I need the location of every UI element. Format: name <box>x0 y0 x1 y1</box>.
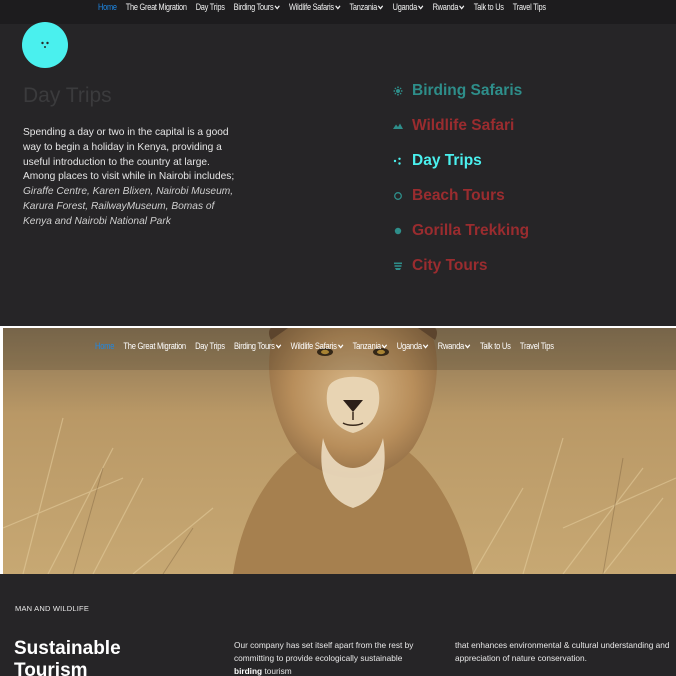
menu-item-gorilla-trekking[interactable]: Gorilla Trekking <box>393 213 643 248</box>
menu-item-label: Wildlife Safari <box>412 116 515 134</box>
nav-item-home[interactable]: Home <box>95 341 114 351</box>
nav-label: The Great Migration <box>125 2 187 12</box>
nav-item-birding-tours[interactable]: Birding Tours <box>233 341 282 351</box>
about-text: Our company has set itself apart from th… <box>234 640 414 663</box>
nav-item-travel-tips[interactable]: Travel Tips <box>520 341 554 351</box>
nav-item-travel-tips[interactable]: Travel Tips <box>513 2 546 12</box>
nav-label: Uganda <box>396 341 422 351</box>
nav-label: The Great Migration <box>123 341 186 351</box>
section-heading: Sustainable Tourism <box>14 638 121 676</box>
nav-label: Tanzania <box>352 341 382 351</box>
nav-item-birding-tours[interactable]: Birding Tours <box>234 2 280 12</box>
nav-item-uganda[interactable]: Uganda <box>393 2 424 12</box>
menu-item-label: Day Trips <box>412 151 482 169</box>
nav-menu: Home The Great Migration Day Trips Birdi… <box>98 2 555 12</box>
nav-label: Travel Tips <box>519 341 554 351</box>
about-bold-word: birding <box>234 666 263 676</box>
nav-item-rwanda[interactable]: Rwanda <box>438 341 471 351</box>
chevron-down-icon <box>459 4 465 10</box>
nav-label: Home <box>95 341 115 351</box>
nav-label: Day Trips <box>195 341 225 351</box>
circle-icon <box>393 189 411 203</box>
nav-label: Wildlife Safaris <box>290 341 337 351</box>
intro-paragraph: Spending a day or two in the capital is … <box>23 127 235 183</box>
menu-item-label: City Tours <box>412 256 488 274</box>
menu-item-wildlife-safari[interactable]: Wildlife Safari <box>393 108 643 143</box>
dot-icon <box>393 224 411 238</box>
nav-item-tanzania[interactable]: Tanzania <box>349 2 384 12</box>
nav-label: Birding Tours <box>233 2 274 12</box>
top-navigation-bar: Home The Great Migration Day Trips Birdi… <box>0 0 676 24</box>
about-text-column-1: Our company has set itself apart from th… <box>234 639 424 676</box>
nav-item-talk-to-us[interactable]: Talk to Us <box>474 2 504 12</box>
menu-item-label: Gorilla Trekking <box>412 221 530 239</box>
chevron-down-icon <box>337 343 344 349</box>
nav-item-day-trips[interactable]: Day Trips <box>196 2 225 12</box>
hero-nav-menu: Home The Great Migration Day Trips Birdi… <box>95 341 563 351</box>
nav-label: Home <box>98 2 117 12</box>
nav-item-rwanda[interactable]: Rwanda <box>433 2 465 12</box>
menu-item-label: Beach Tours <box>412 186 505 204</box>
chevron-down-icon <box>274 4 280 10</box>
chevron-down-icon <box>465 343 471 349</box>
nav-label: Rwanda <box>432 2 459 12</box>
nav-item-wildlife-safaris[interactable]: Wildlife Safaris <box>289 2 341 12</box>
nav-item-great-migration[interactable]: The Great Migration <box>123 341 186 351</box>
dots-icon <box>393 154 411 168</box>
nav-label: Talk to Us <box>473 2 504 12</box>
face-icon <box>41 41 49 48</box>
chevron-down-icon <box>378 4 384 10</box>
chevron-down-icon <box>422 343 429 349</box>
nav-label: Travel Tips <box>512 2 546 12</box>
eyebrow-label: MAN AND WILDLIFE <box>15 604 90 613</box>
nav-label: Uganda <box>392 2 418 12</box>
nav-item-tanzania[interactable]: Tanzania <box>353 341 388 351</box>
mountain-icon <box>393 119 411 133</box>
menu-item-beach-tours[interactable]: Beach Tours <box>393 178 643 213</box>
day-trips-section: Home The Great Migration Day Trips Birdi… <box>0 0 676 326</box>
chevron-down-icon <box>381 343 388 349</box>
nav-item-great-migration[interactable]: The Great Migration <box>126 2 187 12</box>
logo[interactable] <box>22 22 68 68</box>
places-list: Giraffe Centre, Karen Blixen, Nairobi Mu… <box>23 186 234 227</box>
nav-label: Talk to Us <box>479 341 511 351</box>
section-title: Day Trips <box>23 84 112 107</box>
bird-icon <box>393 84 411 98</box>
nav-label: Birding Tours <box>233 341 275 351</box>
menu-item-day-trips[interactable]: Day Trips <box>393 143 643 178</box>
about-text-tail: tourism <box>264 666 292 676</box>
chevron-down-icon <box>275 343 282 349</box>
menu-item-city-tours[interactable]: City Tours <box>393 248 643 283</box>
tours-menu: Birding Safaris Wildlife Safari Day Trip… <box>393 73 643 283</box>
nav-item-wildlife-safaris[interactable]: Wildlife Safaris <box>291 341 344 351</box>
intro-text: Spending a day or two in the capital is … <box>23 126 243 230</box>
menu-item-label: Birding Safaris <box>412 81 523 99</box>
menu-item-birding-safaris[interactable]: Birding Safaris <box>393 73 643 108</box>
hero-banner: Home The Great Migration Day Trips Birdi… <box>3 328 676 574</box>
nav-label: Tanzania <box>349 2 378 12</box>
nav-item-day-trips[interactable]: Day Trips <box>195 341 225 351</box>
nav-label: Day Trips <box>195 2 225 12</box>
nav-label: Wildlife Safaris <box>289 2 334 12</box>
nav-label: Rwanda <box>437 341 464 351</box>
nav-item-uganda[interactable]: Uganda <box>397 341 429 351</box>
nav-item-talk-to-us[interactable]: Talk to Us <box>480 341 511 351</box>
chevron-down-icon <box>334 4 341 10</box>
sustainable-tourism-section: MAN AND WILDLIFE Sustainable Tourism Our… <box>0 574 676 676</box>
nav-item-home[interactable]: Home <box>98 2 117 12</box>
layers-icon <box>393 259 411 273</box>
chevron-down-icon <box>418 4 424 10</box>
about-text-column-2: that enhances environmental & cultural u… <box>455 640 670 663</box>
